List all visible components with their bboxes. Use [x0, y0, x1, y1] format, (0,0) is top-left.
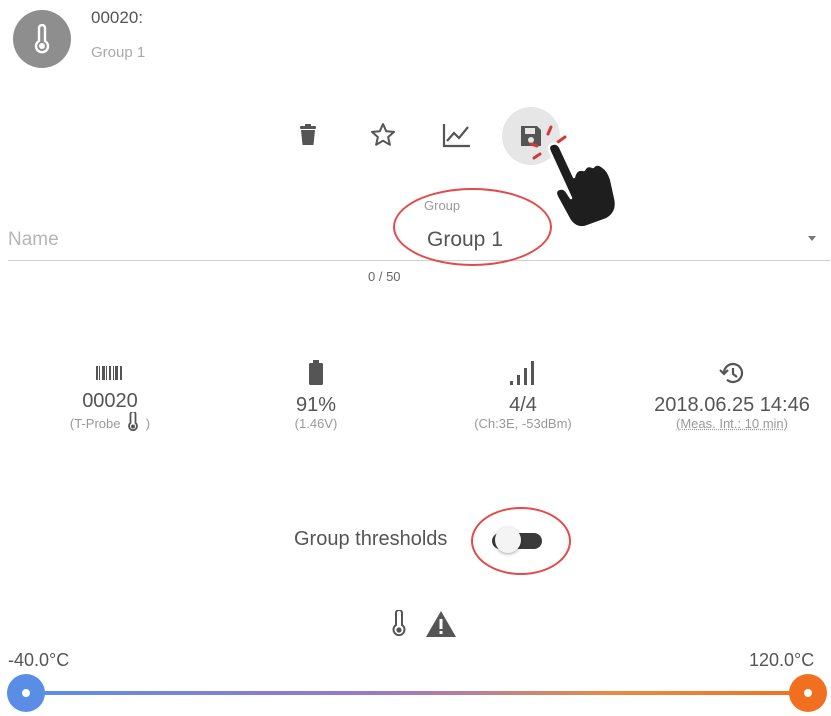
threshold-range-track[interactable]	[26, 691, 808, 695]
battery-icon	[309, 360, 323, 385]
chart-line-icon	[442, 124, 470, 148]
star-icon	[371, 123, 395, 146]
stat-signal: 4/4 (Ch:3E, -53dBm)	[423, 360, 623, 432]
barcode-icon	[96, 366, 122, 380]
chevron-down-icon[interactable]	[808, 236, 816, 241]
battery-voltage: (1.46V)	[294, 416, 338, 431]
stat-battery: 91% (1.46V)	[216, 360, 416, 432]
device-avatar	[13, 10, 71, 68]
favorite-button[interactable]	[363, 115, 403, 155]
device-serial: 00020	[82, 390, 138, 412]
history-icon	[719, 362, 744, 384]
thermometer-icon	[34, 24, 50, 54]
signal-icon	[510, 361, 534, 385]
probe-type-close: )	[145, 416, 151, 431]
stat-barcode: 00020 (T-Probe )	[10, 364, 210, 432]
range-max-label: 120.0°C	[749, 650, 815, 670]
battery-level: 91%	[295, 394, 337, 416]
signal-details: (Ch:3E, -53dBm)	[474, 416, 572, 431]
probe-type: (T-Probe )	[10, 410, 210, 432]
measurement-interval-link[interactable]: (Meas. Int.: 10 min)	[632, 416, 831, 432]
last-measurement-time: 2018.06.25 14:46	[654, 394, 810, 416]
device-group: Group 1	[91, 44, 146, 61]
thermometer-icon	[392, 610, 406, 637]
annotation-ellipse-toggle	[471, 507, 571, 575]
trash-icon	[300, 124, 316, 145]
signal-strength: 4/4	[509, 394, 537, 416]
thermometer-icon	[128, 410, 138, 432]
probe-type-label: (T-Probe	[69, 416, 121, 431]
slider-handle-min[interactable]	[7, 674, 45, 712]
slider-handle-max[interactable]	[789, 674, 827, 712]
annotation-ellipse-group	[393, 188, 552, 266]
range-min-label: -40.0°C	[8, 650, 70, 670]
character-counter: 0 / 50	[368, 269, 401, 284]
chart-button[interactable]	[437, 115, 477, 155]
name-underline	[8, 260, 830, 261]
name-input[interactable]: Name	[8, 229, 59, 251]
group-thresholds-label: Group thresholds	[294, 528, 448, 550]
warning-icon	[426, 611, 456, 637]
device-id: 00020:	[91, 8, 143, 27]
delete-button[interactable]	[288, 115, 328, 155]
stat-history: 2018.06.25 14:46 (Meas. Int.: 10 min)	[632, 360, 831, 432]
